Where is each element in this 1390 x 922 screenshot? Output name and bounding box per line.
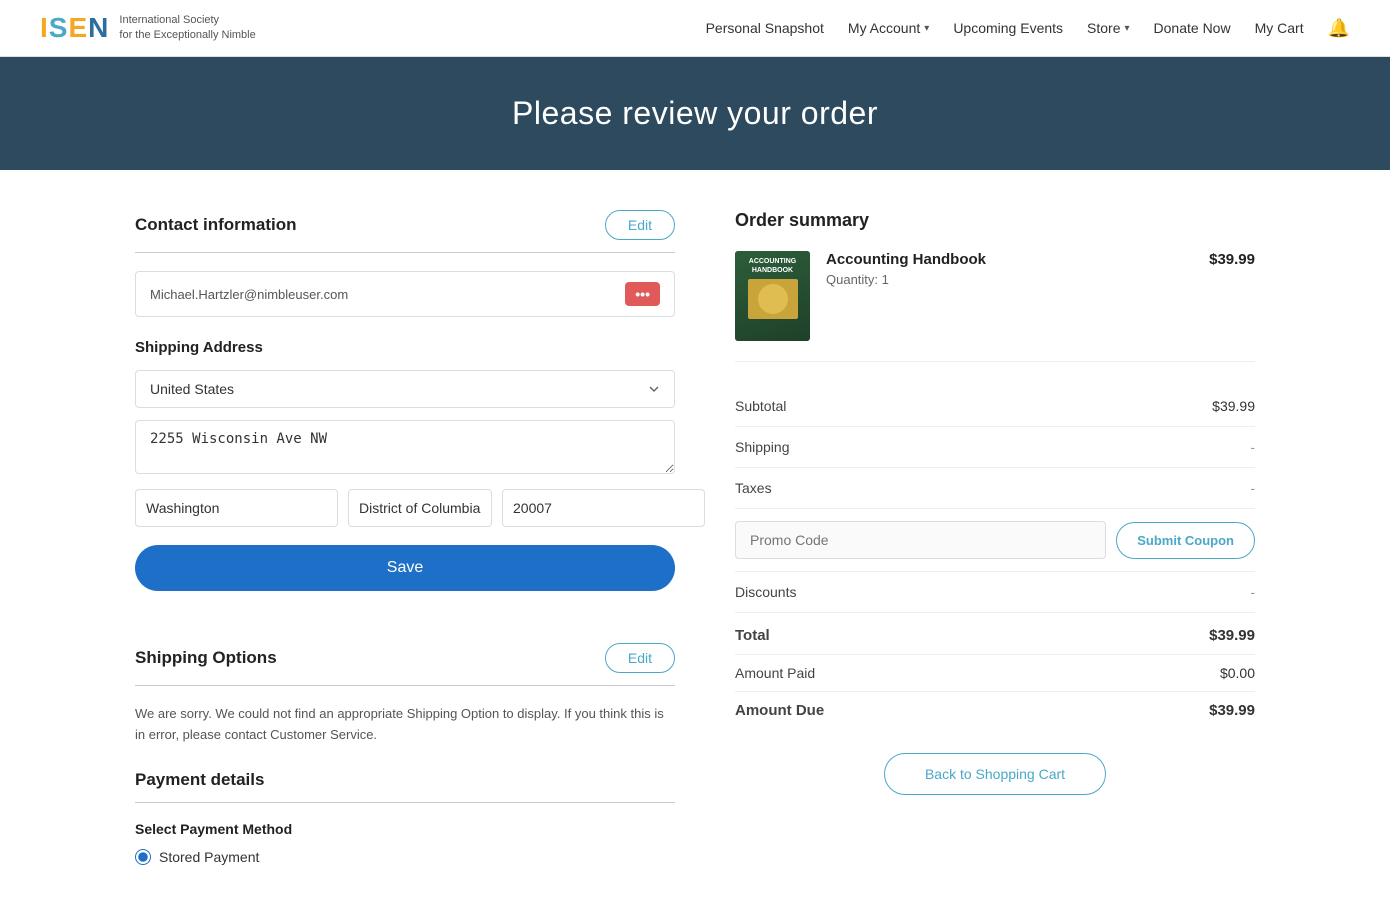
contact-divider xyxy=(135,252,675,253)
nav-my-account[interactable]: My Account ▾ xyxy=(848,20,929,36)
bell-icon[interactable]: 🔔 xyxy=(1328,18,1350,39)
zip-input[interactable] xyxy=(502,489,705,527)
page-title: Please review your order xyxy=(20,95,1370,132)
address-textarea[interactable]: 2255 Wisconsin Ave NW xyxy=(135,420,675,474)
payment-title: Payment details xyxy=(135,770,264,790)
email-text: Michael.Hartzler@nimbleuser.com xyxy=(150,287,348,302)
taxes-value: - xyxy=(1250,480,1255,496)
nav-personal-snapshot[interactable]: Personal Snapshot xyxy=(706,20,824,36)
logo-letter-i: I xyxy=(40,12,49,43)
amount-due-value: $39.99 xyxy=(1209,702,1255,719)
hero-banner: Please review your order xyxy=(0,57,1390,170)
city-state-zip-row: District of Columbia xyxy=(135,489,675,527)
main-content: Contact information Edit Michael.Hartzle… xyxy=(95,210,1295,865)
shipping-options-title: Shipping Options xyxy=(135,648,277,668)
shipping-value: - xyxy=(1250,439,1255,455)
stored-payment-radio[interactable] xyxy=(135,849,151,865)
nav-store[interactable]: Store ▾ xyxy=(1087,20,1130,36)
submit-coupon-button[interactable]: Submit Coupon xyxy=(1116,522,1255,559)
logo-area[interactable]: ISEN International Society for the Excep… xyxy=(40,12,256,44)
nav-upcoming-events[interactable]: Upcoming Events xyxy=(953,20,1063,36)
product-row: ACCOUNTINGHANDBOOK Accounting Handbook Q… xyxy=(735,251,1255,362)
product-price: $39.99 xyxy=(1209,251,1255,268)
product-name: Accounting Handbook xyxy=(826,251,1193,268)
site-header: ISEN International Society for the Excep… xyxy=(0,0,1390,57)
logo-letter-e: E xyxy=(68,12,88,43)
country-select[interactable]: United States xyxy=(135,370,675,408)
nav-donate-now[interactable]: Donate Now xyxy=(1154,20,1231,36)
shipping-options-header: Shipping Options Edit xyxy=(135,643,675,673)
taxes-label: Taxes xyxy=(735,480,772,496)
left-column: Contact information Edit Michael.Hartzle… xyxy=(135,210,675,865)
amount-due-label: Amount Due xyxy=(735,702,824,719)
contact-section-header: Contact information Edit xyxy=(135,210,675,240)
shipping-address-label: Shipping Address xyxy=(135,339,675,356)
nav-my-cart[interactable]: My Cart xyxy=(1255,20,1304,36)
total-label: Total xyxy=(735,627,770,644)
payment-section: Payment details Select Payment Method St… xyxy=(135,770,675,865)
logo-subtitle: International Society for the Exceptiona… xyxy=(119,13,255,44)
product-quantity: Quantity: 1 xyxy=(826,272,1193,287)
chevron-down-icon: ▾ xyxy=(924,23,929,34)
stored-payment-option[interactable]: Stored Payment xyxy=(135,849,675,865)
shipping-label: Shipping xyxy=(735,439,790,455)
stored-payment-label: Stored Payment xyxy=(159,849,259,865)
shipping-row: Shipping - xyxy=(735,427,1255,468)
total-value: $39.99 xyxy=(1209,627,1255,644)
subtotal-row: Subtotal $39.99 xyxy=(735,386,1255,427)
taxes-row: Taxes - xyxy=(735,468,1255,509)
discounts-value: - xyxy=(1250,584,1255,600)
shipping-error-text: We are sorry. We could not find an appro… xyxy=(135,704,675,746)
save-button[interactable]: Save xyxy=(135,545,675,591)
payment-method-label: Select Payment Method xyxy=(135,821,675,837)
subtotal-label: Subtotal xyxy=(735,398,786,414)
logo-isen: ISEN xyxy=(40,12,109,44)
shipping-address-section: Shipping Address United States 2255 Wisc… xyxy=(135,339,675,621)
amount-due-row: Amount Due $39.99 xyxy=(735,692,1255,729)
city-input[interactable] xyxy=(135,489,338,527)
back-to-cart-button[interactable]: Back to Shopping Cart xyxy=(884,753,1106,795)
logo-letter-s: S xyxy=(49,12,69,43)
total-section: Total $39.99 Amount Paid $0.00 Amount Du… xyxy=(735,617,1255,729)
contact-section-title: Contact information xyxy=(135,215,297,235)
shipping-options-edit-button[interactable]: Edit xyxy=(605,643,675,673)
discounts-row: Discounts - xyxy=(735,572,1255,613)
main-nav: Personal Snapshot My Account ▾ Upcoming … xyxy=(706,18,1350,39)
email-row: Michael.Hartzler@nimbleuser.com ••• xyxy=(135,271,675,317)
contact-edit-button[interactable]: Edit xyxy=(605,210,675,240)
promo-code-input[interactable] xyxy=(735,521,1106,559)
shipping-options-section: Shipping Options Edit We are sorry. We c… xyxy=(135,643,675,746)
amount-paid-row: Amount Paid $0.00 xyxy=(735,655,1255,692)
product-image: ACCOUNTINGHANDBOOK xyxy=(735,251,810,341)
payment-divider xyxy=(135,802,675,803)
amount-paid-label: Amount Paid xyxy=(735,665,815,681)
promo-row: Submit Coupon xyxy=(735,509,1255,572)
order-summary-title: Order summary xyxy=(735,210,1255,231)
shipping-options-divider xyxy=(135,685,675,686)
logo-letter-n: N xyxy=(88,12,109,43)
subtotal-value: $39.99 xyxy=(1212,398,1255,414)
right-column: Order summary ACCOUNTINGHANDBOOK Account… xyxy=(735,210,1255,865)
payment-header: Payment details xyxy=(135,770,675,790)
product-details: Accounting Handbook Quantity: 1 xyxy=(826,251,1193,287)
book-cover: ACCOUNTINGHANDBOOK xyxy=(735,251,810,341)
chevron-down-icon: ▾ xyxy=(1125,23,1130,34)
state-select[interactable]: District of Columbia xyxy=(348,489,492,527)
email-dots-button[interactable]: ••• xyxy=(625,282,660,306)
total-row: Total $39.99 xyxy=(735,617,1255,655)
amount-paid-value: $0.00 xyxy=(1220,665,1255,681)
discounts-label: Discounts xyxy=(735,584,796,600)
